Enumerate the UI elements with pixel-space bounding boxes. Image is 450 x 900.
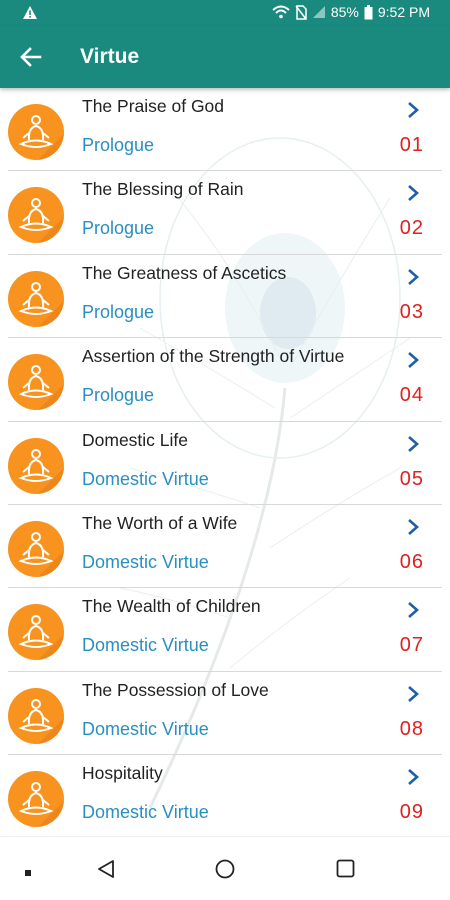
back-triangle-icon[interactable] [96,859,116,879]
chapter-category: Domestic Virtue [82,468,209,489]
chevron-right-icon[interactable] [404,433,422,455]
meditation-icon [8,187,64,244]
signal-icon [312,6,325,18]
meditation-icon [8,604,64,661]
chapter-category: Prologue [82,301,155,322]
meditation-icon [8,771,64,828]
meditation-icon [8,104,64,160]
battery-icon [364,4,373,19]
app-bar: Virtue [0,26,450,88]
chapter-title: Domestic Life [82,429,189,450]
recents-square-icon[interactable] [336,859,355,878]
chapter-title: The Blessing of Rain [82,179,244,200]
chapter-number: 09 [399,801,424,824]
meditation-icon [8,270,64,327]
chapter-title: The Wealth of Children [82,596,261,617]
arrow-left-icon[interactable] [18,44,44,70]
chapter-title: The Possession of Love [82,679,269,700]
chevron-right-icon[interactable] [404,349,422,371]
list-item[interactable]: The Worth of a Wife Domestic Virtue 06 [0,505,450,589]
list-item[interactable]: The Greatness of Ascetics Prologue 03 [0,255,450,339]
list-item[interactable]: Assertion of the Strength of Virtue Prolo… [0,338,450,422]
warning-icon [23,6,37,19]
chevron-right-icon[interactable] [404,599,422,621]
chevron-right-icon[interactable] [404,766,422,788]
chevron-right-icon[interactable] [404,99,422,121]
navigation-bar [0,836,450,900]
chapter-title: Hospitality [82,763,163,784]
chapter-title: The Worth of a Wife [82,513,238,533]
list-item[interactable]: The Praise of God Prologue 01 [0,88,450,172]
chapter-title: Assertion of the Strength of Virtue [82,346,345,367]
chapter-category: Prologue [82,135,155,155]
list-item[interactable]: The Possession of Love Domestic Virtue 08 [0,672,450,756]
status-bar: 85% 9:52 PM [0,0,450,26]
list-item[interactable]: Domestic Life Domestic Virtue 05 [0,422,450,505]
chapter-number: 08 [399,717,424,740]
list-item[interactable]: The Wealth of Children Domestic Virtue 07 [0,588,450,672]
chapter-number: 03 [399,300,424,323]
battery-percent: 85% [330,4,359,20]
chevron-right-icon[interactable] [404,182,422,204]
chapter-number: 05 [399,467,424,490]
chapter-title: The Praise of God [82,96,225,116]
chapter-category: Domestic Virtue [82,718,209,739]
home-circle-icon[interactable] [215,859,235,879]
chapter-number: 04 [399,384,424,407]
chapter-category: Prologue [82,218,155,239]
chapter-category: Domestic Virtue [82,635,209,656]
chapter-list[interactable]: The Praise of God Prologue 01 The Blessing … [0,88,450,836]
chapter-number: 02 [399,217,424,240]
meditation-icon [8,437,64,494]
meditation-icon [8,354,64,411]
no-sim-icon [295,4,307,20]
list-item[interactable]: The Blessing of Rain Prologue 02 [0,171,450,255]
status-time: 9:52 PM [377,4,430,20]
chapter-number: 06 [399,551,424,573]
chevron-right-icon[interactable] [404,266,422,288]
chapter-number: 07 [399,634,424,657]
chapter-title: The Greatness of Ascetics [82,262,287,283]
page-title: Virtue [80,45,140,68]
chapter-category: Domestic Virtue [82,552,209,572]
meditation-icon [8,687,64,744]
chevron-right-icon[interactable] [404,683,422,705]
wifi-icon [272,5,290,19]
dot-icon[interactable] [25,870,31,876]
chevron-right-icon[interactable] [404,516,422,538]
chapter-category: Domestic Virtue [82,802,209,823]
chapter-category: Prologue [82,385,155,406]
meditation-icon [8,521,64,577]
chapter-number: 01 [399,134,424,156]
list-item[interactable]: Hospitality Domestic Virtue 09 [0,755,450,836]
